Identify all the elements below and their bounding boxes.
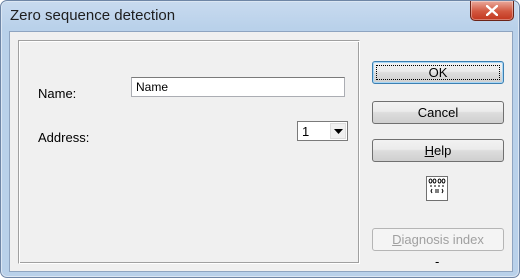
cancel-label: Cancel (417, 105, 459, 120)
help-rest: elp (434, 143, 452, 158)
chevron-down-icon (333, 128, 343, 134)
title-bar[interactable]: Zero sequence detection (2, 2, 518, 28)
diag-rest: iagnosis index (401, 232, 484, 247)
status-dash: - (435, 254, 440, 269)
diagnosis-index-button[interactable]: Diagnosis index (372, 228, 504, 251)
module-glyph (428, 178, 446, 194)
close-icon (486, 5, 498, 16)
diagnosis-label: Diagnosis index (392, 232, 484, 247)
dropdown-button[interactable] (330, 123, 346, 139)
help-label: Help (425, 143, 452, 158)
name-input[interactable] (131, 77, 345, 97)
help-button[interactable]: Help (372, 139, 504, 162)
address-dropdown[interactable]: 1 (297, 121, 348, 141)
io-module-icon[interactable] (426, 176, 448, 201)
close-button[interactable] (470, 1, 514, 21)
ok-button[interactable]: OK (372, 61, 504, 84)
focus-rect (376, 65, 500, 80)
address-label: Address: (38, 130, 90, 145)
address-value: 1 (302, 124, 310, 139)
help-accel: H (424, 143, 435, 158)
cancel-button[interactable]: Cancel (372, 101, 504, 124)
properties-group: Name: Address: 1 (18, 40, 360, 264)
name-label: Name: (38, 86, 77, 101)
diag-accel: D (392, 232, 402, 247)
dialog-window: Zero sequence detection Name: Address: 1… (0, 0, 520, 278)
dialog-client-area: Name: Address: 1 OK Cancel Help (9, 31, 513, 272)
window-title: Zero sequence detection (10, 7, 176, 24)
